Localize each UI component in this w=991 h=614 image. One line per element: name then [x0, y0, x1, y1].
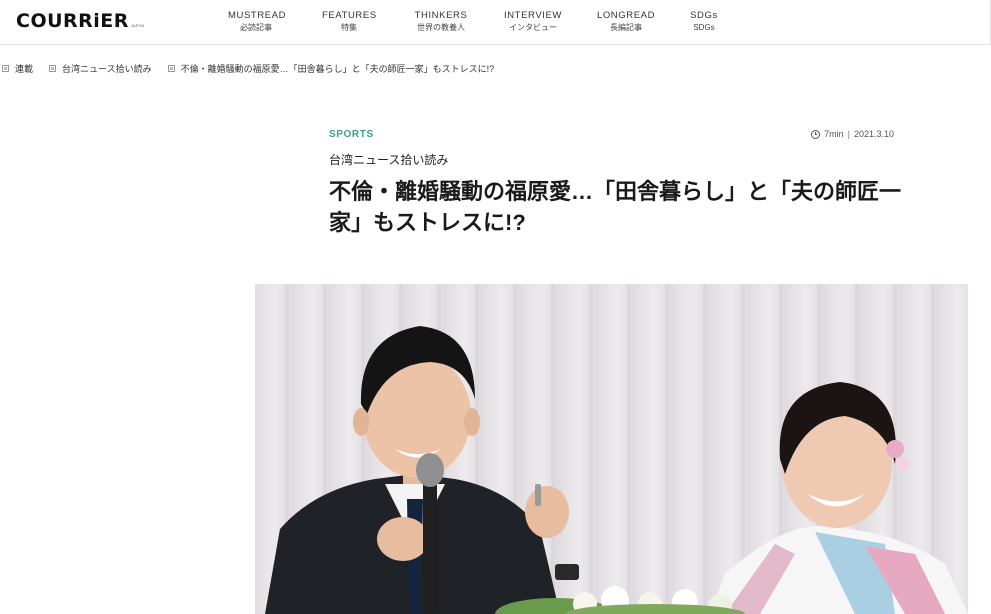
main-nav: MUSTREAD 必読記事 FEATURES 特集 THINKERS 世界の教養… [0, 10, 991, 36]
nav-label-ja: 必読記事 [240, 23, 272, 32]
site-header: COURRiER JAPON MUSTREAD 必読記事 FEATURES 特集… [0, 0, 991, 45]
square-icon [2, 64, 9, 72]
nav-label-en: FEATURES [322, 10, 377, 21]
breadcrumb-item-series[interactable]: 台湾ニュース拾い読み [62, 62, 152, 75]
clock-icon [811, 129, 821, 139]
breadcrumb-item-serial[interactable]: 連載 [15, 62, 33, 75]
square-icon [167, 64, 175, 72]
article-title: 不倫・離婚騒動の福原愛…「田舎暮らし」と「夫の師匠一家」もストレスに!? [329, 179, 902, 235]
nav-label-ja: 長編記事 [610, 23, 642, 32]
meta-separator: | [847, 129, 850, 139]
nav-item-interview[interactable]: INTERVIEW インタビュー [502, 10, 564, 34]
breadcrumb-item-current: 不倫・離婚騒動の福原愛…「田舎暮らし」と「夫の師匠一家」もストレスに!? [180, 63, 495, 74]
publish-date: 2021.3.10 [853, 129, 894, 139]
nav-label-ja: 特集 [341, 23, 357, 32]
article-category[interactable]: SPORTS [329, 129, 374, 140]
nav-label-ja: 世界の教養人 [417, 23, 465, 32]
read-time: 7min [824, 129, 844, 139]
square-icon [49, 64, 57, 72]
nav-label-en: SDGs [690, 10, 718, 21]
nav-label-ja: インタビュー [509, 23, 557, 32]
nav-label-ja: SDGs [693, 23, 715, 32]
hero-image [255, 284, 968, 614]
hero-photo-illustration [255, 284, 968, 614]
nav-label-en: THINKERS [414, 10, 468, 21]
nav-item-longread[interactable]: LONGREAD 長編記事 [596, 10, 656, 34]
nav-item-thinkers[interactable]: THINKERS 世界の教養人 [410, 10, 472, 34]
nav-label-en: LONGREAD [596, 10, 656, 21]
nav-item-sdgs[interactable]: SDGs SDGs [688, 10, 720, 34]
nav-item-features[interactable]: FEATURES 特集 [322, 10, 376, 34]
breadcrumb: 連載 台湾ニュース拾い読み 不倫・離婚騒動の福原愛…「田舎暮らし」と「夫の師匠一… [0, 61, 508, 75]
article-series[interactable]: 台湾ニュース拾い読み [329, 151, 448, 168]
nav-item-mustread[interactable]: MUSTREAD 必読記事 [228, 10, 287, 34]
article-meta: 7min | 2021.3.10 [811, 129, 894, 139]
nav-label-en: MUSTREAD [228, 10, 287, 21]
nav-label-en: INTERVIEW [503, 10, 562, 21]
